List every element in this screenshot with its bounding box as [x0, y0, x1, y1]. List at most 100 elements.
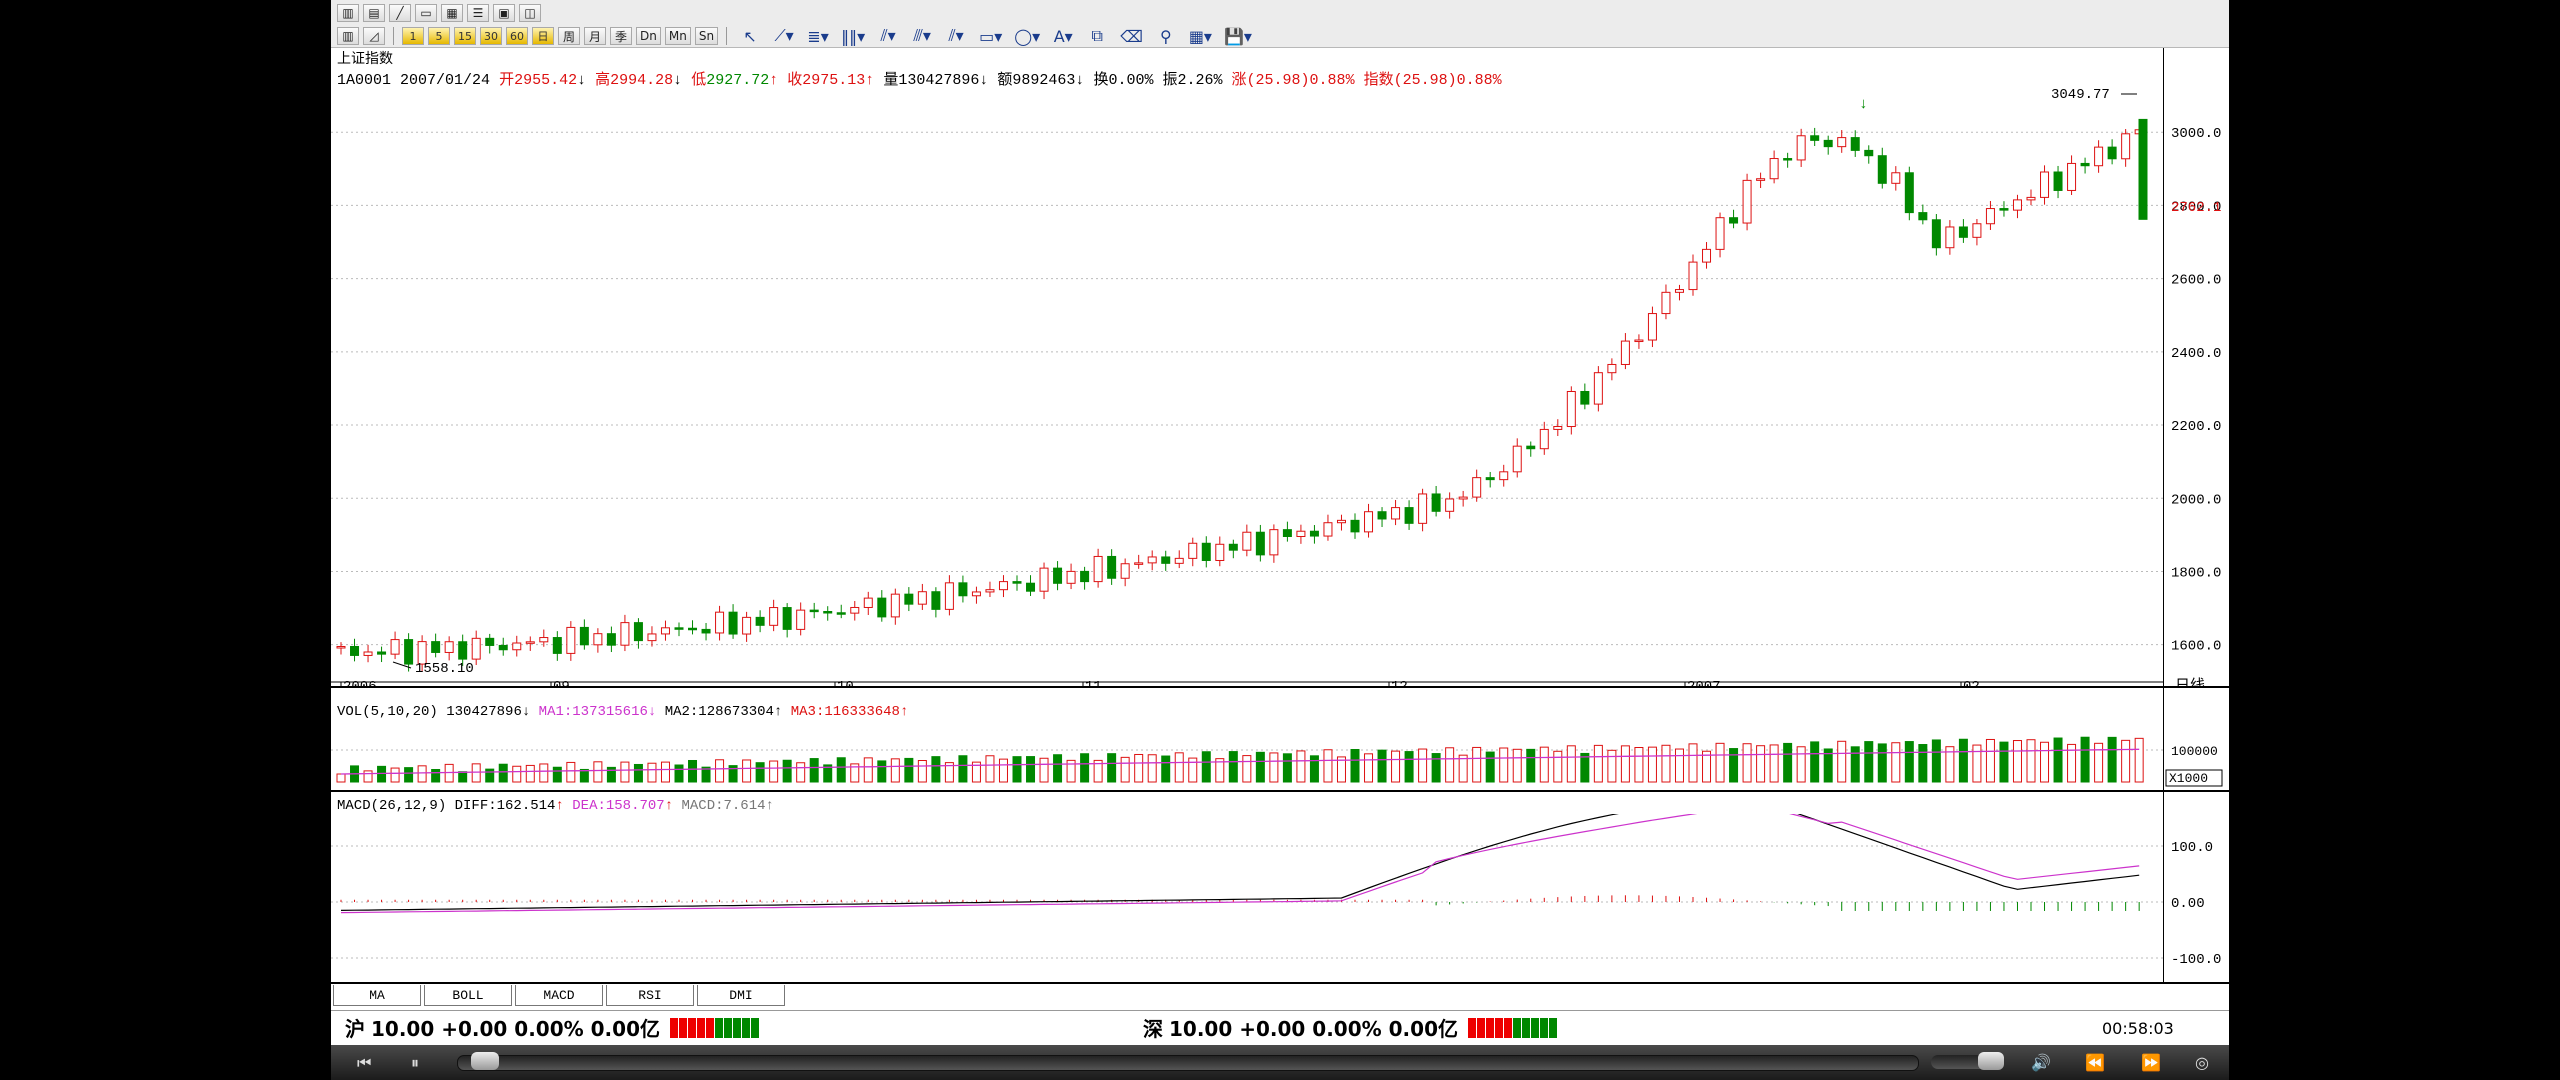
color-icon[interactable]: ▦▾ — [1185, 27, 1216, 46]
tile-icon[interactable]: ◫ — [519, 4, 541, 22]
magnet-icon[interactable]: ⚲ — [1151, 27, 1181, 46]
candle-icon[interactable]: ▥ — [337, 27, 359, 45]
macd-tick-label: 0.00 — [2171, 896, 2205, 912]
sh-ticker[interactable]: 沪 10.00 +0.00 0.00% 0.00亿 — [345, 1013, 759, 1042]
candle-body — [1255, 531, 1265, 556]
candle-body — [1904, 172, 1914, 214]
volume-bar — [1864, 741, 1874, 783]
fan2-icon[interactable]: ⫻▾ — [907, 26, 937, 45]
candle-body — [350, 645, 360, 656]
period-quarter[interactable]: 季 — [610, 27, 632, 45]
line-chart-icon[interactable]: ╱ — [389, 4, 411, 22]
vlines-icon[interactable]: ‖‖▾ — [837, 27, 869, 46]
volume-bar — [1026, 756, 1036, 783]
volume-bar — [715, 759, 725, 783]
volume-bar — [1796, 746, 1806, 783]
volume-bar — [836, 757, 846, 783]
volume-bar — [566, 761, 576, 783]
candle-body — [2026, 196, 2036, 201]
candle-body — [1810, 135, 1820, 141]
tab-rsi[interactable]: RSI — [606, 985, 694, 1006]
candle-body — [1228, 543, 1238, 551]
volume-bar — [552, 766, 562, 783]
tab-macd[interactable]: MACD — [515, 985, 603, 1006]
macd-tick-label: -100.0 — [2171, 952, 2221, 968]
volume-bar — [863, 757, 873, 783]
volume-bar — [958, 755, 968, 783]
candle-body — [512, 642, 522, 651]
list-icon[interactable]: ☰ — [467, 4, 489, 22]
candle-body — [1864, 149, 1874, 157]
period-1[interactable]: 1 — [402, 27, 424, 45]
fib-icon[interactable]: ≣▾ — [803, 27, 833, 46]
candle-body — [1039, 567, 1049, 592]
period-30[interactable]: 30 — [480, 27, 502, 45]
ellipse-icon[interactable]: ◯▾ — [1010, 27, 1044, 46]
seek-thumb[interactable] — [471, 1052, 499, 1070]
period-week[interactable]: 周 — [558, 27, 580, 45]
seek-bar[interactable] — [457, 1055, 1919, 1071]
skip-back-icon[interactable]: ⏮ — [357, 1053, 371, 1073]
pause-icon[interactable]: ⏸ — [411, 1053, 419, 1073]
tab-dmi[interactable]: DMI — [697, 985, 785, 1006]
period-dn[interactable]: Mn — [664, 27, 691, 45]
text-icon[interactable]: A▾ — [1048, 27, 1078, 46]
bar-chart-icon[interactable]: ▤ — [363, 4, 385, 22]
tab-boll[interactable]: BOLL — [424, 985, 512, 1006]
volume-bar — [1485, 751, 1495, 783]
tab-ma[interactable]: MA — [333, 985, 421, 1006]
candle-body — [1634, 339, 1644, 343]
candle-body — [1080, 570, 1090, 583]
settings-icon[interactable]: ◎ — [2195, 1053, 2209, 1072]
eraser-icon[interactable]: ⌫ — [1116, 27, 1147, 46]
fan-icon[interactable]: ⫽▾ — [873, 26, 903, 45]
volume-bar — [512, 765, 522, 783]
rewind-icon[interactable]: ⏪ — [2085, 1053, 2105, 1072]
candle-body — [1161, 556, 1171, 564]
speaker-icon[interactable]: 🔊 — [2031, 1053, 2051, 1072]
volume-chart[interactable]: 100000 X1000 — [331, 720, 2229, 790]
sz-ticker[interactable]: 深 10.00 +0.00 0.00% 0.00亿 — [1143, 1013, 1557, 1042]
period-5[interactable]: 5 — [428, 27, 450, 45]
candle-body — [836, 612, 846, 615]
volume-bar — [1323, 749, 1333, 783]
vol-ma2: MA2:128673304 — [664, 704, 774, 720]
price-tick-label: 1800.0 — [2171, 565, 2221, 581]
period-day[interactable]: 日 — [532, 27, 554, 45]
candle-body — [579, 626, 589, 646]
volume-bar — [917, 760, 927, 783]
window-icon[interactable]: ▭ — [415, 4, 437, 22]
time-tick-label: 02 — [1963, 679, 1980, 686]
rect-icon[interactable]: ▭▾ — [975, 27, 1006, 46]
volume-bar — [1539, 746, 1549, 783]
period-15[interactable]: 15 — [454, 27, 476, 45]
volume-bar — [1039, 757, 1049, 783]
fast-forward-icon[interactable]: ⏩ — [2141, 1053, 2161, 1072]
period-mn[interactable]: Sn — [694, 27, 719, 45]
chart-type-icon[interactable]: ▥ — [337, 4, 359, 22]
volume-bar — [485, 768, 495, 783]
candle-body — [593, 633, 603, 646]
volume-bar — [2053, 737, 2063, 783]
candlestick-chart[interactable]: 3000.02800.02600.02400.02200.02000.01800… — [331, 78, 2229, 686]
volume-bar — [1147, 754, 1157, 783]
period-year[interactable]: Dn — [636, 27, 661, 45]
period-60[interactable]: 60 — [506, 27, 528, 45]
channel-icon[interactable]: ⫽▾ — [941, 26, 971, 45]
cursor-icon[interactable]: ↖ — [735, 27, 765, 46]
save-icon[interactable]: 💾▾ — [1220, 27, 1256, 46]
candle-body — [688, 627, 698, 631]
copy-icon[interactable]: ⧉ — [1082, 26, 1112, 45]
macd-chart[interactable]: 100.0 0.00 -100.0 — [331, 814, 2229, 982]
candle-body — [1674, 289, 1684, 293]
volume-thumb[interactable] — [1978, 1052, 2004, 1070]
volume-bar — [660, 761, 670, 783]
candle-body — [336, 645, 346, 649]
calc-icon[interactable]: ▣ — [493, 4, 515, 22]
line-icon[interactable]: ⟋▾ — [769, 26, 799, 45]
grid-icon[interactable]: ▦ — [441, 4, 463, 22]
volume-bar — [2121, 739, 2131, 783]
candle-body — [715, 611, 725, 634]
trend-icon[interactable]: ◿ — [363, 27, 385, 45]
period-month[interactable]: 月 — [584, 27, 606, 45]
